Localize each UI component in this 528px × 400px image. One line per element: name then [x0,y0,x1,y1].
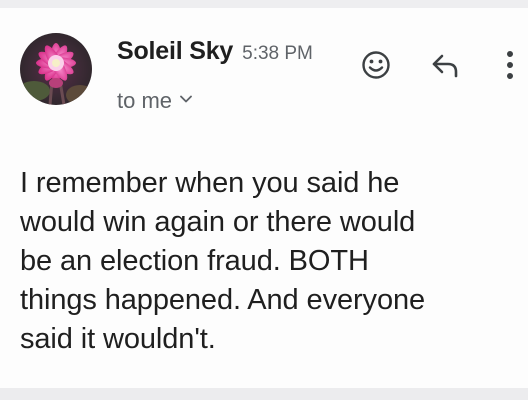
message-body: I remember when you said he would win ag… [20,164,520,359]
bottom-divider [0,388,528,400]
message-line: would win again or there would [20,206,416,238]
email-message-card: Soleil Sky 5:38 PM to me I remember when… [0,0,528,388]
more-options-button[interactable] [492,45,528,85]
message-line: things happened. And everyone [20,284,426,316]
reply-button[interactable] [426,45,466,85]
recipient-text: to me [117,88,173,113]
recipient-details-toggle[interactable]: to me [117,88,192,114]
sender-line: Soleil Sky 5:38 PM [117,37,313,77]
reply-arrow-icon [432,54,458,78]
message-line: be an election fraud. BOTH [20,245,369,277]
sent-time: 5:38 PM [242,43,313,64]
top-divider [0,0,528,8]
add-reaction-button[interactable] [356,45,396,85]
message-line: I remember when you said he [20,167,400,199]
sender-name[interactable]: Soleil Sky [117,37,233,66]
more-vert-icon [507,51,513,79]
pink-cactus-flower-photo [20,33,92,105]
chevron-down-icon [180,90,192,108]
add-reaction-smiley-icon [362,51,390,79]
avatar[interactable] [20,33,92,105]
message-line: said it wouldn't. [20,323,216,355]
